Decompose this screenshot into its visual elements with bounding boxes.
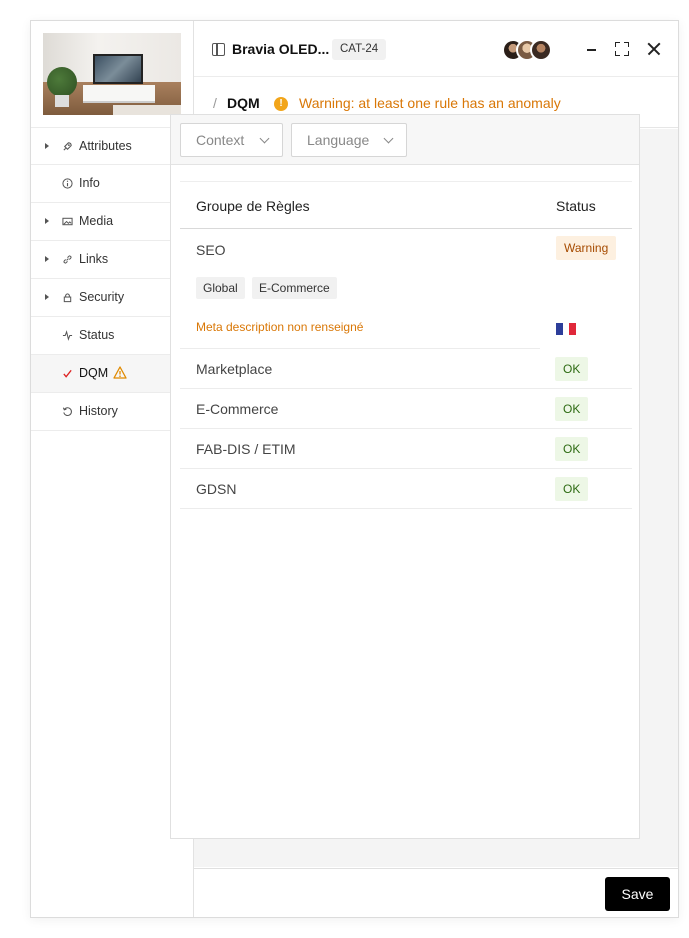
rocket-icon (61, 140, 73, 152)
product-title: Bravia OLED... (232, 41, 330, 57)
rules-table: Groupe de Règles Status SEO Warning Glob… (180, 181, 632, 509)
sidebar-item-label: Status (79, 328, 115, 342)
rule-group-name: SEO (196, 242, 226, 258)
image-icon (61, 215, 73, 227)
sidebar-item-status[interactable]: Status (31, 317, 193, 355)
sidebar-item-dqm[interactable]: DQM (31, 355, 193, 393)
warning-message: Warning: at least one rule has an anomal… (299, 95, 561, 111)
sidebar-item-label: Attributes (79, 139, 132, 153)
chevron-down-icon (259, 133, 270, 144)
scope-tag: E-Commerce (252, 277, 337, 299)
caret-right-icon[interactable] (45, 256, 49, 262)
status-badge-ok: OK (555, 437, 589, 461)
sidebar-item-links[interactable]: Links (31, 241, 193, 279)
rule-anomaly-message[interactable]: Meta description non renseigné (196, 320, 363, 334)
table-row-seo[interactable]: SEO Warning Global E-Commerce Meta descr… (180, 229, 632, 349)
sidebar-toggle-icon[interactable] (212, 43, 225, 56)
sidebar-item-label: Security (79, 290, 125, 304)
check-icon (61, 367, 73, 379)
lock-icon (61, 291, 73, 303)
column-header-status: Status (556, 198, 596, 214)
france-flag-icon (556, 323, 577, 335)
rule-group-name: GDSN (196, 481, 237, 497)
rule-group-name: Marketplace (196, 361, 273, 377)
column-header-group: Groupe de Règles (196, 198, 310, 214)
language-dropdown-label: Language (307, 132, 370, 148)
rule-group-name: FAB-DIS / ETIM (196, 441, 296, 457)
table-row[interactable]: FAB-DIS / ETIM OK (180, 429, 632, 469)
sidebar-item-label: DQM (79, 366, 109, 380)
caret-right-icon[interactable] (45, 294, 49, 300)
product-thumbnail[interactable] (43, 33, 181, 115)
panel-footer: Save (194, 868, 678, 917)
status-badge-ok: OK (555, 397, 589, 421)
sidebar-item-label: Links (79, 252, 109, 266)
context-dropdown[interactable]: Context (180, 123, 283, 157)
sidebar-item-security[interactable]: Security (31, 279, 193, 317)
table-header: Groupe de Règles Status (180, 181, 632, 229)
status-badge-ok: OK (555, 477, 589, 501)
scope-tag: Global (196, 277, 245, 299)
status-badge-ok: OK (555, 357, 589, 381)
breadcrumb-separator: / (213, 95, 217, 111)
sidebar-item-media[interactable]: Media (31, 203, 193, 241)
maximize-button[interactable] (612, 39, 632, 59)
panel-header: Bravia OLED... CAT-24 (194, 21, 678, 77)
dqm-card: Context Language Groupe de Règles Status… (170, 114, 640, 839)
activity-icon (61, 329, 73, 341)
sidebar-item-label: Media (79, 214, 114, 228)
sidebar-item-label: Info (79, 176, 100, 190)
context-dropdown-label: Context (196, 132, 245, 148)
info-icon (61, 177, 73, 189)
save-button[interactable]: Save (605, 877, 670, 911)
link-icon (61, 253, 73, 265)
caret-right-icon[interactable] (45, 143, 49, 149)
status-badge-warning: Warning (556, 236, 617, 260)
history-icon (61, 405, 73, 417)
breadcrumb-current-page: DQM (227, 95, 260, 111)
table-row[interactable]: GDSN OK (180, 469, 632, 509)
close-button[interactable] (644, 39, 664, 59)
language-dropdown[interactable]: Language (291, 123, 407, 157)
sidebar-nav: Attributes Info Media Links Security Sta… (31, 127, 193, 431)
chevron-down-icon (383, 133, 394, 144)
table-row[interactable]: Marketplace OK (180, 349, 632, 389)
filter-toolbar: Context Language (171, 115, 639, 165)
sidebar-item-label: History (79, 404, 118, 418)
rule-group-name: E-Commerce (196, 401, 279, 417)
warning-circle-icon: ! (274, 97, 288, 111)
sidebar-item-info[interactable]: Info (31, 165, 193, 203)
sidebar-item-history[interactable]: History (31, 393, 193, 431)
category-badge: CAT-24 (332, 39, 387, 60)
sidebar-item-attributes[interactable]: Attributes (31, 127, 193, 165)
minimize-button[interactable] (582, 39, 602, 59)
avatar[interactable] (530, 39, 552, 61)
caret-right-icon[interactable] (45, 218, 49, 224)
warning-triangle-icon (113, 366, 127, 379)
table-row[interactable]: E-Commerce OK (180, 389, 632, 429)
